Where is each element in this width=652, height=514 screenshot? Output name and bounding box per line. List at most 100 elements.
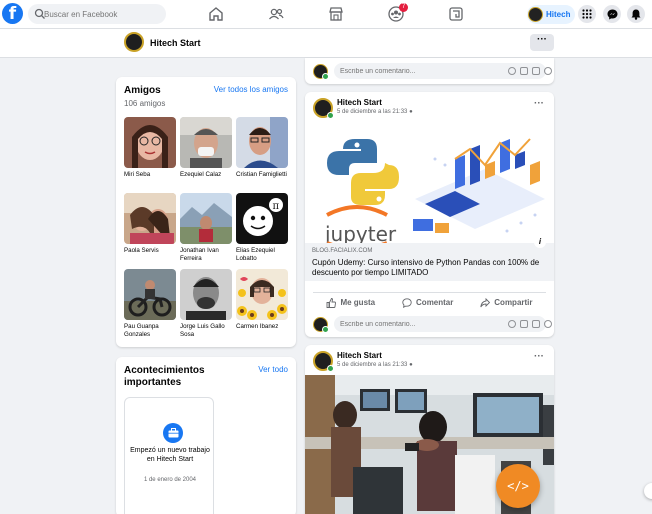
friend-photo <box>236 269 288 320</box>
search-bar[interactable] <box>28 4 166 24</box>
comment-label: Comentar <box>416 298 454 307</box>
friends-card: Amigos 106 amigos Ver todos los amigos M… <box>116 77 296 347</box>
top-navigation-bar: f 7 Hitech <box>0 0 652 29</box>
like-label: Me gusta <box>340 298 376 307</box>
home-icon[interactable] <box>207 5 225 23</box>
comment-row <box>313 62 552 80</box>
link-preview-image[interactable]: jupyter <box>305 119 554 243</box>
avatar[interactable] <box>124 32 144 52</box>
friend-item[interactable]: Carmen Ibanez <box>236 269 288 331</box>
search-input[interactable] <box>44 4 162 24</box>
profile-menu-button[interactable]: ··· <box>530 34 554 51</box>
profile-header-bar: Hitech Start ··· <box>0 29 652 58</box>
life-events-card: Acontecimientos importantes Ver todo Emp… <box>116 357 296 514</box>
friend-item[interactable]: Pau Guanpa Gonzales <box>124 269 176 339</box>
messenger-button[interactable] <box>603 5 621 23</box>
avatar <box>313 316 329 333</box>
link-title[interactable]: Cupón Udemy: Curso intensivo de Python P… <box>312 258 542 278</box>
link-preview-text[interactable]: i BLOG.FACIALIX.COM Cupón Udemy: Curso i… <box>305 236 554 281</box>
svg-text:jupyter: jupyter <box>324 222 397 243</box>
friend-item[interactable]: Jonathan Ivan Ferreira <box>180 193 232 263</box>
friend-photo <box>124 193 176 244</box>
notifications-button[interactable] <box>627 5 645 23</box>
gaming-icon[interactable] <box>447 5 465 23</box>
friend-name[interactable]: Jorge Luis Gallo Sosa <box>180 323 232 339</box>
life-events-title[interactable]: Acontecimientos importantes <box>124 365 234 389</box>
post-card <box>305 58 554 84</box>
share-icon <box>480 297 491 307</box>
post-actions: Me gusta Comentar Compartir <box>313 292 546 308</box>
comment-row <box>313 315 552 333</box>
camera-icon[interactable] <box>520 67 528 75</box>
marketplace-icon[interactable] <box>327 5 345 23</box>
gif-icon[interactable] <box>532 67 540 75</box>
post-card: Hitech Start 5 de diciembre a las 21:33 … <box>305 92 554 337</box>
friend-item[interactable]: Paola Servis <box>124 193 176 255</box>
messenger-icon <box>607 9 617 19</box>
post-date-text: 5 de diciembre a las 21:33 <box>337 109 408 115</box>
friends-count: 106 amigos <box>124 99 166 108</box>
public-globe-icon: ● <box>409 362 413 368</box>
facebook-logo[interactable]: f <box>2 3 23 24</box>
like-button[interactable]: Me gusta <box>326 297 376 308</box>
friend-item[interactable]: Jorge Luis Gallo Sosa <box>180 269 232 339</box>
post-date[interactable]: 5 de diciembre a las 21:33 ● <box>337 109 413 115</box>
friends-icon[interactable] <box>267 5 285 23</box>
friends-title[interactable]: Amigos <box>124 85 161 96</box>
post-date-text: 5 de diciembre a las 21:33 <box>337 362 408 368</box>
friend-photo <box>180 269 232 320</box>
friend-photo: π <box>236 193 288 244</box>
post-options-icon[interactable]: ··· <box>534 98 544 109</box>
friend-item[interactable]: Cristian Famiglietti <box>236 117 288 179</box>
emoji-icon[interactable] <box>508 67 516 75</box>
briefcase-icon <box>163 423 183 443</box>
friend-name[interactable]: Cristian Famiglietti <box>236 171 288 179</box>
avatar <box>313 63 329 80</box>
friend-photo <box>180 117 232 168</box>
profile-shortcut-name: Hitech <box>546 10 571 19</box>
life-event-title: Empezó un nuevo trabajo en Hitech Start <box>130 447 210 463</box>
post-author[interactable]: Hitech Start <box>337 351 382 360</box>
like-icon <box>327 297 337 308</box>
share-button[interactable]: Compartir <box>480 297 533 308</box>
friend-name[interactable]: Elias Ezequiel Lobatto <box>236 247 288 263</box>
see-all-friends-link[interactable]: Ver todos los amigos <box>214 85 288 94</box>
post-options-icon[interactable]: ··· <box>534 351 544 362</box>
friend-item[interactable]: Miri Seba <box>124 117 176 179</box>
share-label: Compartir <box>494 298 533 307</box>
comment-input[interactable] <box>340 63 480 79</box>
comment-button[interactable]: Comentar <box>402 297 454 308</box>
avatar[interactable] <box>313 98 334 119</box>
comment-input[interactable] <box>340 316 480 332</box>
scroll-edge-button[interactable] <box>644 483 652 499</box>
friend-name[interactable]: Ezequiel Calaz <box>180 171 232 179</box>
post-date[interactable]: 5 de diciembre a las 21:33 ● <box>337 362 413 368</box>
friend-name[interactable]: Paola Servis <box>124 247 176 255</box>
friend-item[interactable]: Ezequiel Calaz <box>180 117 232 179</box>
camera-icon[interactable] <box>520 320 528 328</box>
profile-name[interactable]: Hitech Start <box>150 38 201 48</box>
sticker-icon[interactable] <box>544 67 552 75</box>
avatar <box>528 7 543 22</box>
menu-button[interactable] <box>578 5 596 23</box>
code-fab-button[interactable]: </> <box>496 464 540 508</box>
avatar[interactable] <box>313 351 334 372</box>
info-icon[interactable]: i <box>534 236 546 248</box>
groups-notification-badge: 7 <box>399 3 408 12</box>
gif-icon[interactable] <box>532 320 540 328</box>
life-event-item[interactable]: Empezó un nuevo trabajo en Hitech Start … <box>124 397 214 514</box>
friend-item[interactable]: π Elias Ezequiel Lobatto <box>236 193 288 263</box>
post-author[interactable]: Hitech Start <box>337 98 382 107</box>
life-event-date: 1 de enero de 2004 <box>143 477 197 483</box>
comment-box[interactable] <box>334 316 552 332</box>
profile-shortcut[interactable]: Hitech <box>527 5 576 24</box>
friend-name[interactable]: Miri Seba <box>124 171 176 179</box>
friend-photo <box>124 117 176 168</box>
friend-name[interactable]: Pau Guanpa Gonzales <box>124 323 176 339</box>
friend-name[interactable]: Carmen Ibanez <box>236 323 288 331</box>
sticker-icon[interactable] <box>544 320 552 328</box>
see-all-events-link[interactable]: Ver todo <box>258 365 288 374</box>
friend-name[interactable]: Jonathan Ivan Ferreira <box>180 247 232 263</box>
comment-box[interactable] <box>334 63 552 79</box>
emoji-icon[interactable] <box>508 320 516 328</box>
